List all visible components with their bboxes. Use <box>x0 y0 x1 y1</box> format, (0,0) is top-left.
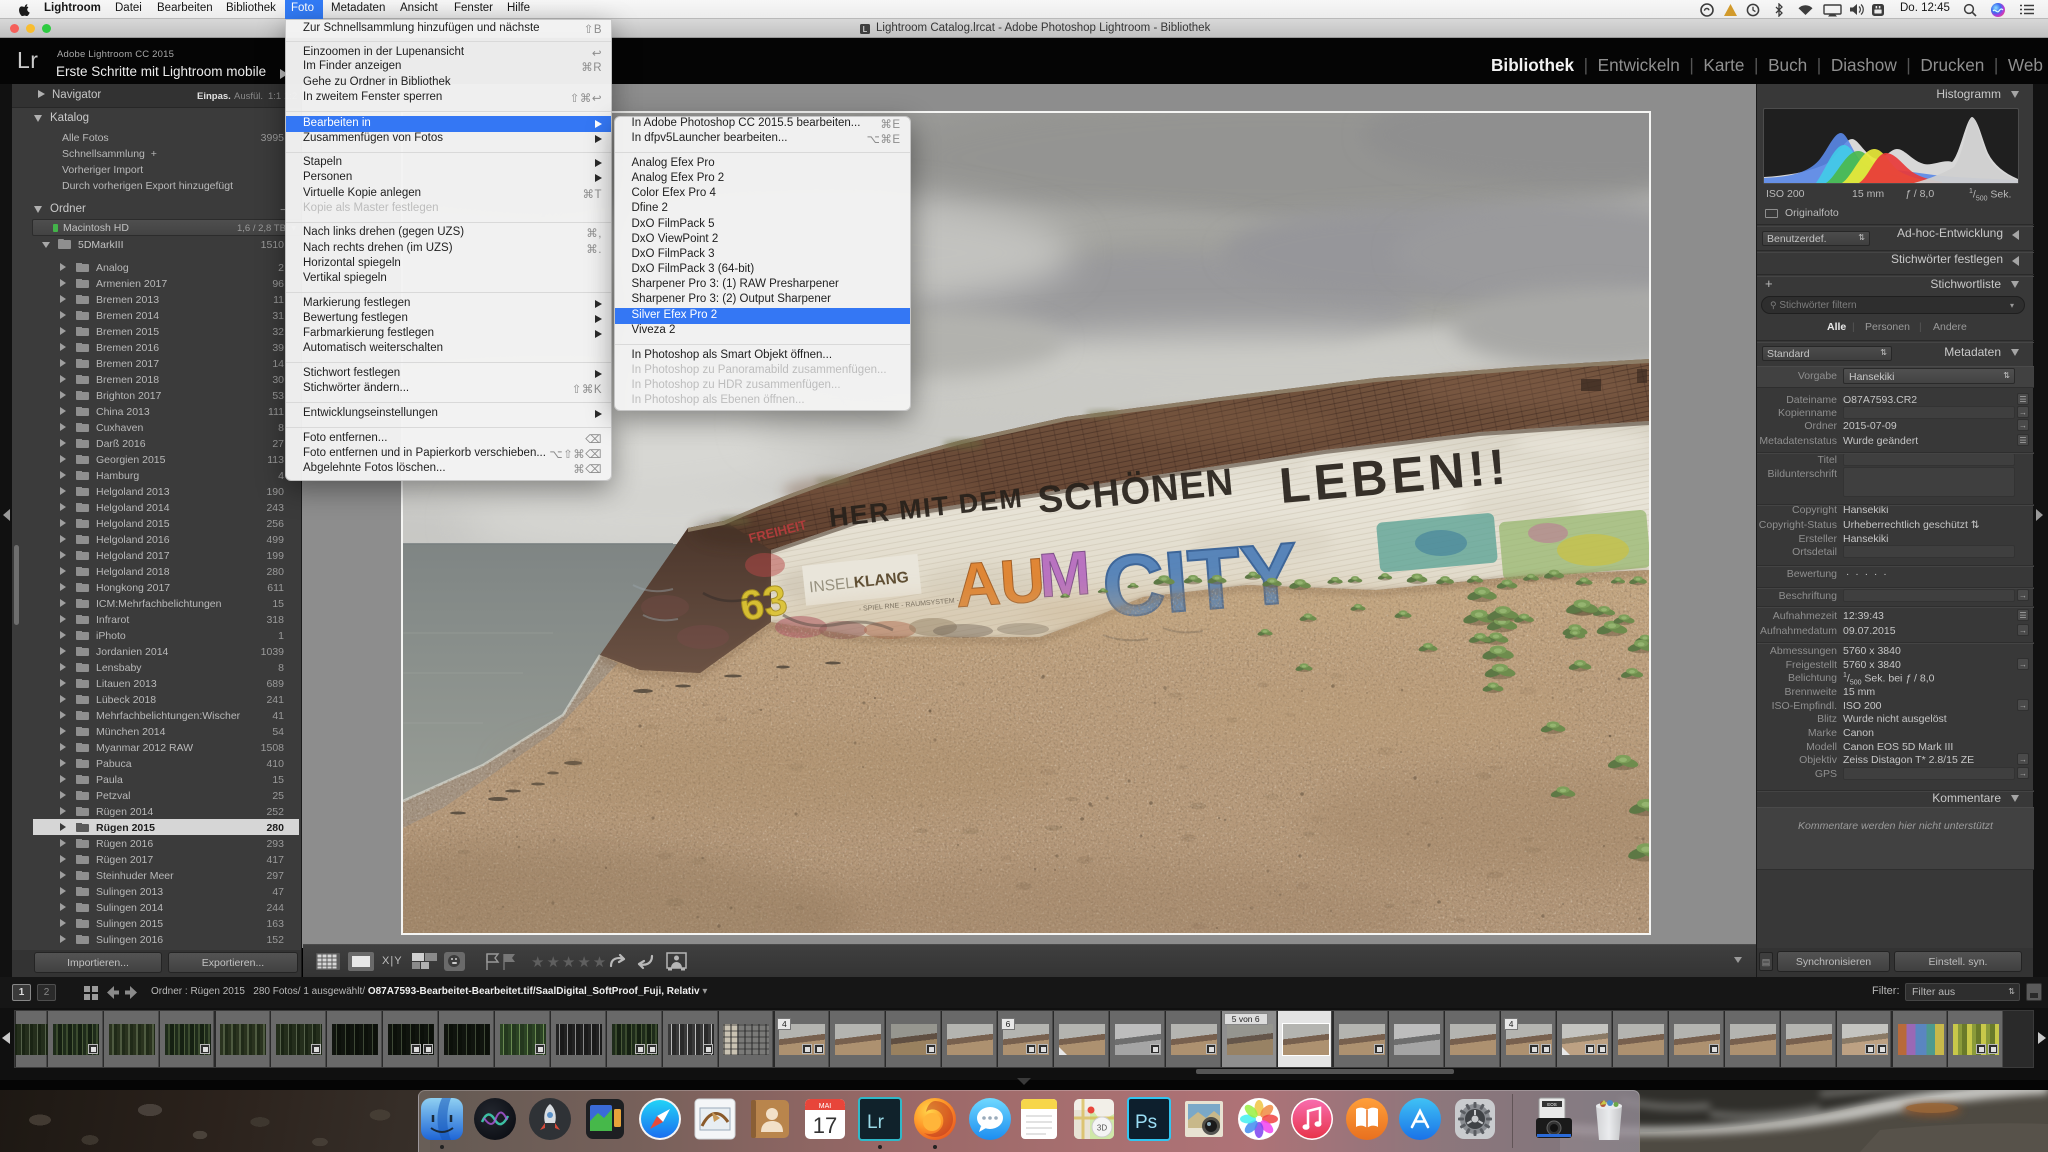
svg-text:EOS: EOS <box>1547 1102 1557 1107</box>
svg-text:Ps: Ps <box>1135 1112 1157 1133</box>
svg-text:Lr: Lr <box>867 1112 885 1133</box>
svg-text:3D: 3D <box>1097 1124 1107 1133</box>
svg-text:L: L <box>863 25 868 34</box>
svg-text:17: 17 <box>813 1113 837 1138</box>
svg-text:MAI: MAI <box>819 1103 832 1110</box>
